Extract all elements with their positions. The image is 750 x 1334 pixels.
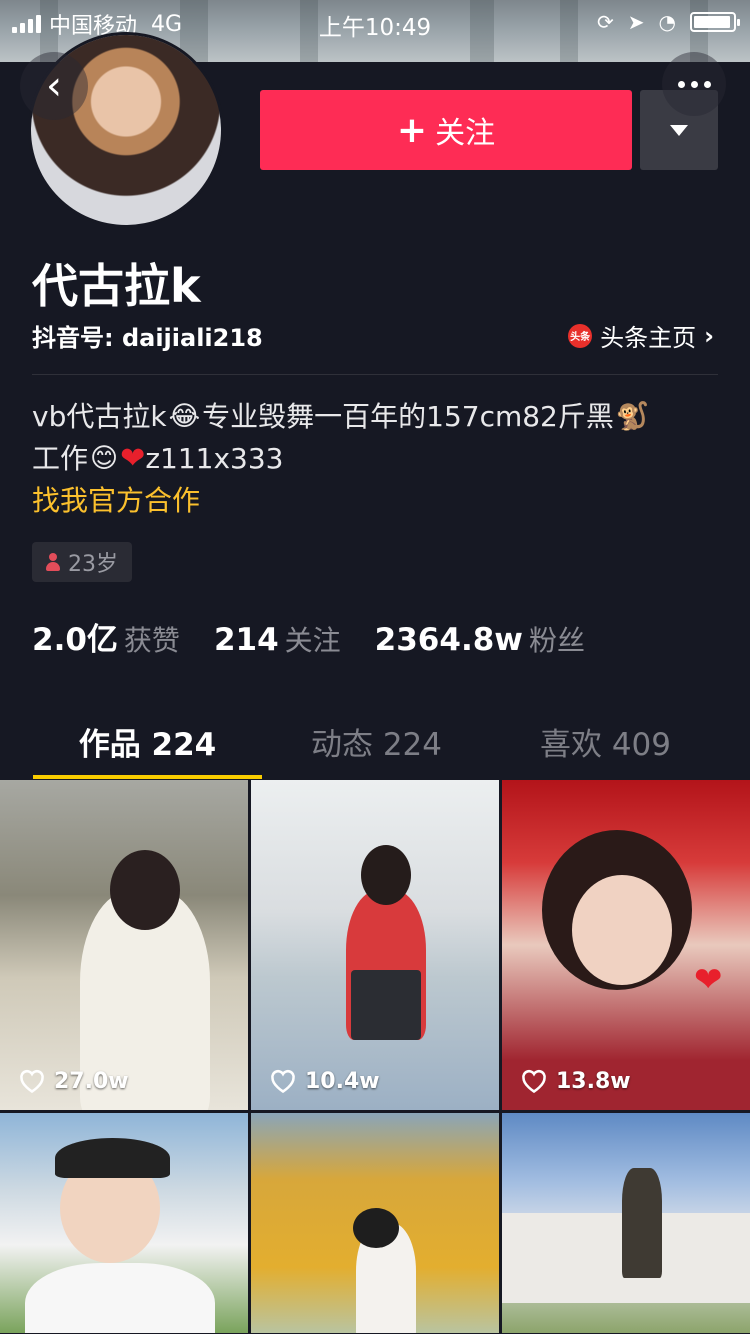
bio: vb代古拉k 😂 专业毁舞一百年的157cm82斤黑 🐒 工作 😊 ❤ z111…	[32, 396, 722, 522]
toutiao-logo-icon: 头条	[568, 323, 593, 348]
age-badge: 23岁	[32, 542, 132, 582]
content-tabs: 作品 224 动态 224 喜欢 409	[0, 705, 750, 781]
follow-label: 关注	[435, 116, 496, 151]
back-button[interactable]: ‹	[20, 52, 88, 120]
smile-emoji-icon: 😊	[90, 443, 119, 474]
tab-indicator	[33, 775, 262, 779]
bio-text: 专业毁舞一百年的157cm82斤黑	[202, 400, 614, 433]
like-count: 13.8w	[520, 1068, 631, 1094]
like-count: 10.4w	[269, 1068, 380, 1094]
bio-text: vb代古拉k	[32, 400, 167, 433]
heart-outline-icon	[271, 1069, 295, 1094]
like-count-value: 13.8w	[556, 1068, 631, 1094]
like-count-value: 10.4w	[305, 1068, 380, 1094]
stat-value: 2364.8w	[374, 622, 523, 658]
bio-text: 工作	[32, 442, 89, 475]
age-label: 23岁	[68, 552, 118, 577]
douyin-id: 抖音号: daijiali218	[32, 324, 263, 352]
business-cooperation-link[interactable]: 找我官方合作	[32, 480, 200, 522]
more-dots-icon	[677, 80, 685, 88]
toutiao-label: 头条主页	[600, 324, 697, 352]
laughing-emoji-icon: 😂	[168, 401, 201, 432]
video-thumbnail[interactable]: 10.4w	[251, 780, 499, 1110]
video-grid: 27.0w 10.4w ❤ 13.8w	[0, 780, 750, 1333]
heart-emoji-icon: ❤	[120, 441, 146, 476]
plus-icon: +	[396, 109, 428, 151]
heart-outline-icon	[522, 1069, 546, 1094]
heart-outline-icon	[20, 1069, 44, 1094]
stat-label: 获赞	[123, 624, 180, 657]
monkey-emoji-icon: 🐒	[615, 401, 650, 432]
caret-down-icon	[670, 124, 688, 136]
tab-moments[interactable]: 动态 224	[262, 705, 491, 781]
female-icon	[46, 553, 60, 571]
video-thumbnail[interactable]	[0, 1113, 248, 1333]
toutiao-homepage-link[interactable]: 头条 头条主页 ›	[568, 318, 714, 353]
nickname: 代古拉k	[32, 259, 201, 313]
battery-icon	[690, 12, 740, 32]
stat-following[interactable]: 214 关注	[214, 619, 341, 659]
chevron-right-icon: ›	[704, 321, 714, 350]
tab-likes[interactable]: 喜欢 409	[491, 705, 720, 781]
stats-row: 2.0亿 获赞 214 关注 2364.8w 粉丝	[32, 614, 619, 659]
video-thumbnail[interactable]: 27.0w	[0, 780, 248, 1110]
follow-button[interactable]: + 关注	[260, 90, 632, 170]
location-icon: ➤	[627, 10, 645, 34]
stat-value: 2.0亿	[32, 622, 118, 658]
heart-emoji-icon: ❤	[694, 960, 723, 1000]
stat-likes: 2.0亿 获赞	[32, 614, 180, 659]
tab-works[interactable]: 作品 224	[33, 705, 262, 781]
alarm-icon: ◔	[658, 10, 676, 34]
video-thumbnail[interactable]	[502, 1113, 750, 1333]
video-thumbnail[interactable]: ❤ 13.8w	[502, 780, 750, 1110]
like-count-value: 27.0w	[54, 1068, 129, 1094]
chevron-left-icon: ‹	[46, 63, 62, 109]
bio-text: z111x333	[145, 442, 284, 475]
more-button[interactable]	[662, 52, 726, 116]
stat-label: 粉丝	[528, 624, 585, 657]
stat-label: 关注	[284, 624, 341, 657]
divider	[32, 374, 718, 375]
rotation-lock-icon: ⟳	[597, 10, 614, 34]
video-thumbnail[interactable]	[251, 1113, 499, 1333]
like-count: 27.0w	[18, 1068, 129, 1094]
status-right: ⟳ ➤ ◔	[597, 10, 740, 34]
stat-value: 214	[213, 622, 279, 658]
stat-followers[interactable]: 2364.8w 粉丝	[375, 619, 585, 659]
